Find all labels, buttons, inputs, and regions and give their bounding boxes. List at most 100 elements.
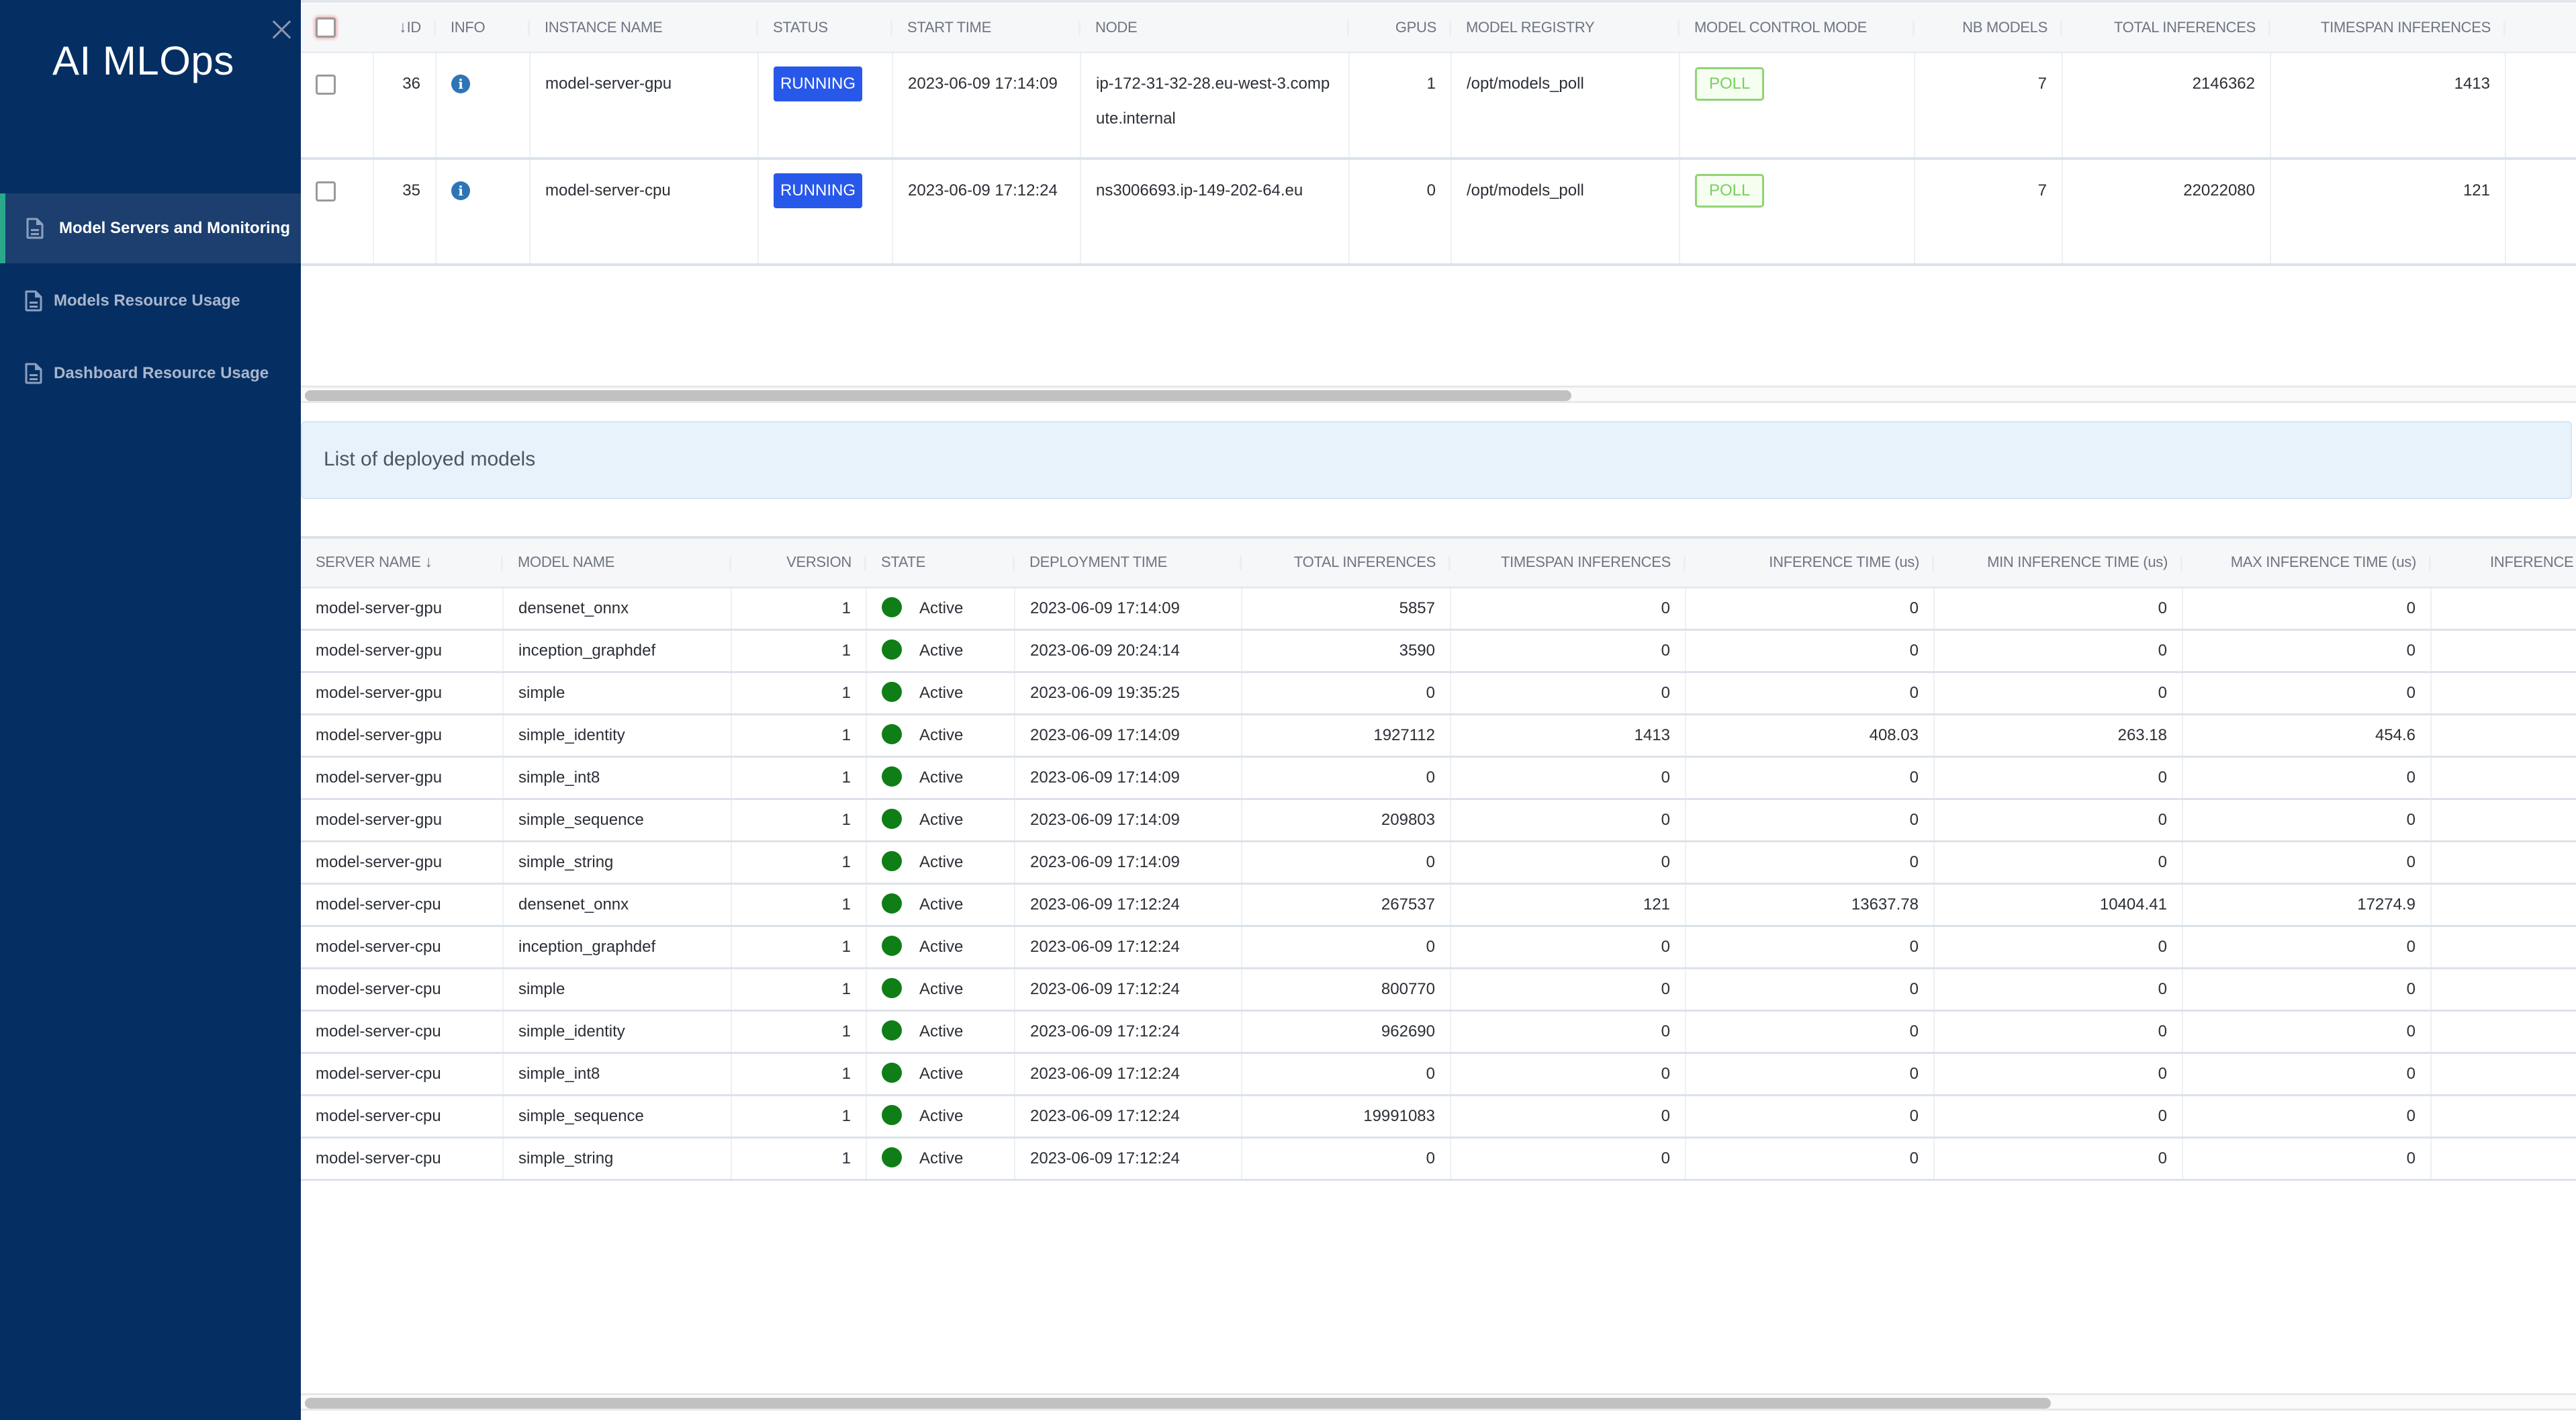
models-table-horizontal-scrollbar[interactable] [301, 1393, 2576, 1411]
server-name-cell: model-server-cpu [301, 883, 504, 927]
inference-time-cell: 0 [1686, 1095, 1935, 1139]
server-name-cell: model-server-cpu [301, 968, 504, 1012]
column-header-model-registry[interactable]: MODEL REGISTRY [1451, 3, 1680, 53]
model-control-mode-cell: POLL [1680, 159, 1915, 266]
state-label: Active [919, 641, 964, 660]
table-row[interactable]: model-server-cpu simple 1 Active 2023-06-09 … [301, 968, 2576, 1012]
table-row[interactable]: 36 i model-server-gpu RUNNING 2023-06-09… [301, 52, 2576, 160]
deployment-time-cell: 2023-06-09 17:12:24 [1015, 1010, 1242, 1054]
column-header-min-inference-time[interactable]: MIN INFERENCE TIME (us) [1934, 537, 2182, 588]
sidebar-item-models-resource-usage[interactable]: Models Resource Usage [0, 266, 301, 336]
column-header-model-control-mode[interactable]: MODEL CONTROL MODE [1680, 3, 1915, 53]
table-row[interactable]: model-server-gpu simple_int8 1 Active 2023-0… [301, 756, 2576, 800]
column-header-start-time[interactable]: START TIME [892, 3, 1080, 53]
model-registry-cell: /opt/models_poll [1451, 159, 1680, 266]
inference-extra-cell: 25 [2431, 714, 2576, 758]
table-row[interactable]: 35 i model-server-cpu RUNNING 2023-06-09… [301, 159, 2576, 266]
total-inferences-cell: 2146362 [2062, 52, 2271, 160]
table-row[interactable]: model-server-cpu densenet_onnx 1 Active 2023… [301, 883, 2576, 927]
column-header-timespan-inferences[interactable]: TIMESPAN INFERENCES [2270, 3, 2505, 53]
total-inferences-cell: 0 [1242, 672, 1451, 715]
column-header-status[interactable]: STATUS [758, 3, 892, 53]
scrollbar-thumb[interactable] [305, 1398, 2051, 1409]
table-row[interactable]: model-server-gpu inception_graphdef 1 Activ… [301, 629, 2576, 673]
column-header-avg[interactable]: AV [2505, 3, 2576, 53]
app-title: AI MLOps [52, 38, 234, 83]
timespan-inferences-cell: 121 [2270, 159, 2506, 266]
close-sidebar-icon[interactable] [269, 16, 295, 43]
max-inference-time-cell: 0 [2182, 968, 2432, 1012]
state-active-icon [882, 1020, 902, 1041]
table-row[interactable]: model-server-gpu simple_string 1 Active 2023… [301, 841, 2576, 885]
inference-time-cell: 0 [1686, 1137, 1935, 1181]
column-header-deployment-time[interactable]: DEPLOYMENT TIME [1015, 537, 1242, 588]
state-cell: Active [866, 968, 1015, 1012]
row-checkbox[interactable] [316, 181, 336, 202]
table-row[interactable]: model-server-cpu inception_graphdef 1 Activ… [301, 926, 2576, 969]
inference-extra-cell [2431, 968, 2576, 1012]
main-content: ↓ID INFO INSTANCE NAME STATUS START TIME… [301, 0, 2576, 1420]
timespan-inferences-cell: 0 [1451, 1095, 1686, 1139]
column-header-nb-models[interactable]: NB MODELS [1915, 3, 2062, 53]
state-cell: Active [866, 1137, 1015, 1181]
table-row[interactable]: model-server-gpu simple 1 Active 2023-06-09 … [301, 672, 2576, 715]
sidebar-item-dashboard-resource-usage[interactable]: Dashboard Resource Usage [0, 339, 301, 408]
column-header-version[interactable]: VERSION [731, 537, 866, 588]
column-header-total-inferences[interactable]: TOTAL INFERENCES [2062, 3, 2270, 53]
model-name-cell: simple_sequence [503, 1095, 732, 1139]
info-icon[interactable]: i [451, 75, 470, 93]
column-header-instance-name[interactable]: INSTANCE NAME [530, 3, 758, 53]
inference-extra-cell [2431, 629, 2576, 673]
model-name-cell: densenet_onnx [503, 587, 732, 631]
timespan-inferences-cell: 1413 [2270, 52, 2506, 160]
column-header-max-inference-time[interactable]: MAX INFERENCE TIME (us) [2182, 537, 2431, 588]
status-cell: RUNNING [758, 159, 893, 266]
sidebar: AI MLOps Model Servers and Monitoring Mo… [0, 0, 301, 1420]
max-inference-time-cell: 0 [2182, 756, 2432, 800]
table-header-row: ↓ID INFO INSTANCE NAME STATUS START TIME… [301, 3, 2576, 53]
table-row[interactable]: model-server-cpu simple_identity 1 Active 20… [301, 1010, 2576, 1054]
column-header-total-inferences[interactable]: TOTAL INFERENCES [1242, 537, 1451, 588]
row-checkbox[interactable] [316, 74, 336, 95]
state-cell: Active [866, 841, 1015, 885]
select-all-checkbox[interactable] [316, 17, 336, 38]
max-inference-time-cell: 0 [2182, 1010, 2432, 1054]
deployment-time-cell: 2023-06-09 17:14:09 [1015, 799, 1242, 842]
sidebar-item-model-servers[interactable]: Model Servers and Monitoring [0, 193, 301, 263]
column-header-id[interactable]: ↓ID [373, 3, 436, 53]
state-label: Active [919, 768, 964, 787]
column-header-server-name[interactable]: SERVER NAME ↓ [301, 537, 503, 588]
column-header-model-name[interactable]: MODEL NAME [503, 537, 731, 588]
info-icon[interactable]: i [451, 181, 470, 200]
table-row[interactable]: model-server-cpu simple_int8 1 Active 2023-0… [301, 1053, 2576, 1096]
inference-extra-cell [2431, 841, 2576, 885]
scrollbar-thumb[interactable] [305, 390, 1571, 401]
server-name-cell: model-server-gpu [301, 629, 504, 673]
server-name-cell: model-server-cpu [301, 1137, 504, 1181]
table-row[interactable]: model-server-cpu simple_sequence 1 Active 20… [301, 1095, 2576, 1139]
min-inference-time-cell: 0 [1934, 1137, 2183, 1181]
version-cell: 1 [731, 756, 867, 800]
column-header-inference-time[interactable]: INFERENCE TIME (us) [1686, 537, 1934, 588]
state-active-icon [882, 809, 902, 830]
column-header-node[interactable]: NODE [1080, 3, 1349, 53]
state-cell: Active [866, 756, 1015, 800]
server-name-cell: model-server-gpu [301, 672, 504, 715]
servers-table-horizontal-scrollbar[interactable] [301, 386, 2576, 403]
column-header-inference-extra[interactable]: INFERENCE [2431, 537, 2576, 588]
column-header-gpus[interactable]: GPUS [1349, 3, 1451, 53]
model-name-cell: inception_graphdef [503, 926, 732, 969]
table-row[interactable]: model-server-gpu densenet_onnx 1 Active 2023… [301, 587, 2576, 631]
column-header-timespan-inferences[interactable]: TIMESPAN INFERENCES [1451, 537, 1686, 588]
state-label: Active [919, 1064, 964, 1083]
column-header-info[interactable]: INFO [436, 3, 530, 53]
state-label: Active [919, 1149, 964, 1167]
state-cell: Active [866, 926, 1015, 969]
timespan-inferences-cell: 1413 [1451, 714, 1686, 758]
table-row[interactable]: model-server-gpu simple_sequence 1 Active 20… [301, 799, 2576, 842]
version-cell: 1 [731, 841, 867, 885]
table-row[interactable]: model-server-gpu simple_identity 1 Active 20… [301, 714, 2576, 758]
column-header-state[interactable]: STATE [866, 537, 1015, 588]
state-active-icon [882, 682, 902, 703]
table-row[interactable]: model-server-cpu simple_string 1 Active 2023… [301, 1137, 2576, 1181]
